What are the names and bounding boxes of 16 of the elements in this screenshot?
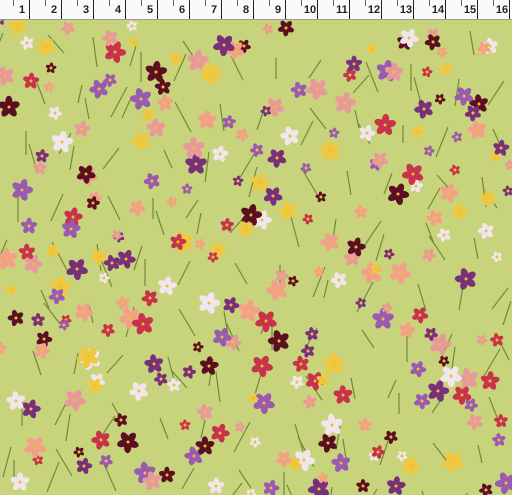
ruler-number: 11 (335, 3, 349, 18)
ruler-number: 10 (302, 3, 318, 18)
ruler-number: 5 (146, 3, 154, 18)
ruler-number: 7 (210, 3, 218, 18)
ruler-number: 8 (242, 3, 250, 18)
ruler-number: 6 (178, 3, 186, 18)
ruler-number: 15 (462, 3, 478, 18)
ruler-number: 4 (114, 3, 122, 18)
ruler-number: 3 (82, 3, 90, 18)
ruler-number: 9 (274, 3, 282, 18)
ruler-number: 2 (50, 3, 58, 18)
ruler-number: 13 (398, 3, 414, 18)
ruler-number: 14 (430, 3, 446, 18)
ruler-number: 12 (366, 3, 382, 18)
ruler-number: 1 (18, 3, 26, 18)
ruler-number: 16 (494, 3, 510, 18)
